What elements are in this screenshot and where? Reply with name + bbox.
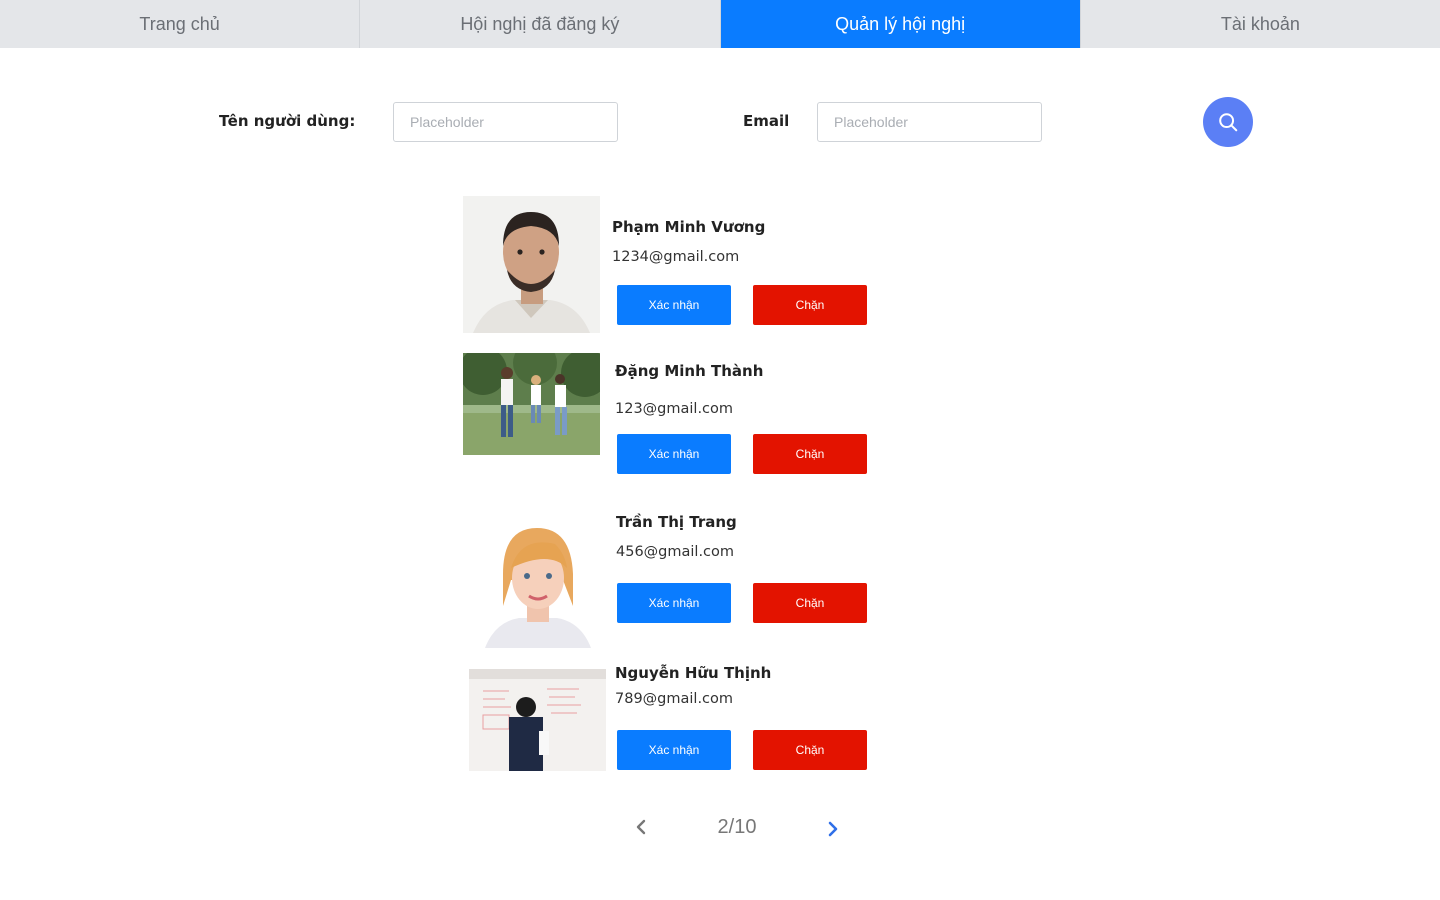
confirm-button[interactable]: Xác nhận xyxy=(617,730,731,770)
chevron-right-icon xyxy=(828,821,838,837)
username-input[interactable] xyxy=(393,102,618,142)
search-button[interactable] xyxy=(1203,97,1253,147)
user-photo xyxy=(463,353,600,455)
user-email: 456@gmail.com xyxy=(616,544,735,560)
block-button[interactable]: Chặn xyxy=(753,583,867,623)
block-button[interactable]: Chặn xyxy=(753,434,867,474)
user-photo xyxy=(469,510,606,648)
email-label: Email xyxy=(743,112,790,130)
confirm-button[interactable]: Xác nhận xyxy=(617,583,731,623)
confirm-button[interactable]: Xác nhận xyxy=(617,285,731,325)
tab-account[interactable]: Tài khoản xyxy=(1081,0,1440,48)
user-name: Đặng Minh Thành xyxy=(615,362,764,380)
tab-registered-conferences[interactable]: Hội nghị đã đăng ký xyxy=(360,0,721,48)
confirm-button[interactable]: Xác nhận xyxy=(617,434,731,474)
top-nav: Trang chủ Hội nghị đã đăng ký Quản lý hộ… xyxy=(0,0,1440,48)
prev-page-button[interactable] xyxy=(629,815,653,839)
next-page-button[interactable] xyxy=(821,817,845,841)
page-indicator: 2/10 xyxy=(717,816,757,838)
search-icon xyxy=(1219,113,1238,132)
user-email: 1234@gmail.com xyxy=(612,249,740,265)
email-input[interactable] xyxy=(817,102,1042,142)
tab-home[interactable]: Trang chủ xyxy=(0,0,361,48)
user-name: Phạm Minh Vương xyxy=(612,218,766,236)
chevron-left-icon xyxy=(636,819,646,835)
block-button[interactable]: Chặn xyxy=(753,285,867,325)
user-email: 789@gmail.com xyxy=(615,691,734,707)
user-name: Nguyễn Hữu Thịnh xyxy=(615,664,772,682)
user-name: Trần Thị Trang xyxy=(616,513,737,531)
user-photo xyxy=(469,669,606,771)
user-email: 123@gmail.com xyxy=(615,401,734,417)
user-photo xyxy=(463,196,600,333)
username-label: Tên người dùng: xyxy=(219,112,356,130)
block-button[interactable]: Chặn xyxy=(753,730,867,770)
tab-conference-management[interactable]: Quản lý hội nghị xyxy=(720,0,1081,48)
